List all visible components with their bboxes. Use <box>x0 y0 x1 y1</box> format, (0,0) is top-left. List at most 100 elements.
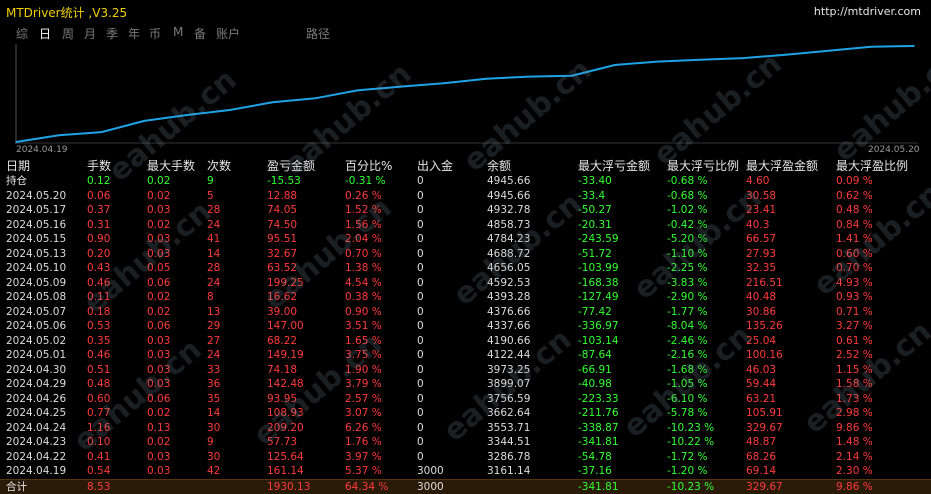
position-row[interactable]: 持仓0.120.029-15.53-0.31 %04945.66-33.40-0… <box>0 174 931 189</box>
column-header[interactable]: 最大浮亏金额 <box>578 158 650 174</box>
cell-max_float_profit_pct: 2.30 % <box>836 464 873 479</box>
cell-date: 2024.05.17 <box>6 203 66 218</box>
table-row[interactable]: 2024.05.130.200.031432.670.70 %04688.72-… <box>0 247 931 262</box>
table-row[interactable]: 2024.05.160.310.022474.501.56 %04858.73-… <box>0 218 931 233</box>
table-row[interactable]: 2024.05.010.460.0324149.193.75 %04122.44… <box>0 348 931 363</box>
cell-pl: 199.25 <box>267 276 304 291</box>
tab-10[interactable]: 路径 <box>306 25 330 42</box>
cell-inout: 0 <box>417 290 424 305</box>
column-header[interactable]: 百分比% <box>345 158 392 174</box>
cell-max_float_loss: -211.76 <box>578 406 619 421</box>
cell-pl: 147.00 <box>267 319 304 334</box>
cell-inout: 0 <box>417 276 424 291</box>
column-header[interactable]: 次数 <box>207 158 231 174</box>
cell-max_float_profit: 66.57 <box>746 232 776 247</box>
cell-pct: 2.04 % <box>345 232 382 247</box>
cell-max_float_profit_pct: 0.09 % <box>836 174 873 189</box>
cell-max_float_loss_pct: -10.23 % <box>667 421 714 436</box>
column-header[interactable]: 最大浮盈金额 <box>746 158 818 174</box>
cell-pct: 3.79 % <box>345 377 382 392</box>
tab-2[interactable]: 周 <box>62 25 74 42</box>
cell-pl: 142.48 <box>267 377 304 392</box>
table-row[interactable]: 2024.05.080.110.02816.620.38 %04393.28-1… <box>0 290 931 305</box>
column-header[interactable]: 最大浮盈比例 <box>836 158 908 174</box>
equity-point <box>272 102 274 104</box>
cell-max_lots: 0.02 <box>147 218 170 233</box>
cell-pct: 1.65 % <box>345 334 382 349</box>
cell-pl: 74.50 <box>267 218 297 233</box>
table-row[interactable]: 2024.05.170.370.032874.051.52 %04932.78-… <box>0 203 931 218</box>
equity-chart <box>12 44 918 144</box>
column-header[interactable]: 手数 <box>87 158 111 174</box>
cell-max_float_loss_pct: -0.68 % <box>667 189 707 204</box>
cell-count: 9 <box>207 435 214 450</box>
tab-9[interactable]: 账户 <box>216 25 240 42</box>
cell-max_float_loss_pct: -10.23 % <box>667 480 714 494</box>
cell-lots: 0.35 <box>87 334 110 349</box>
cell-max_float_loss_pct: -1.72 % <box>667 450 707 465</box>
cell-pct: 3.75 % <box>345 348 382 363</box>
table-row[interactable]: 2024.04.250.770.0214108.933.07 %03662.64… <box>0 406 931 421</box>
tab-5[interactable]: 年 <box>128 25 140 42</box>
table-row[interactable]: 2024.05.100.430.052863.521.38 %04656.05-… <box>0 261 931 276</box>
tab-1[interactable]: 日 <box>39 25 51 42</box>
cell-lots: 0.31 <box>87 218 110 233</box>
cell-inout: 0 <box>417 450 424 465</box>
table-row[interactable]: 2024.05.070.180.021339.000.90 %04376.66-… <box>0 305 931 320</box>
cell-inout: 0 <box>417 406 424 421</box>
tab-0[interactable]: 综 <box>16 25 28 42</box>
cell-max_float_loss_pct: -5.20 % <box>667 232 707 247</box>
cell-pl: 32.67 <box>267 247 297 262</box>
tab-8[interactable]: 备 <box>194 25 206 42</box>
table-row[interactable]: 2024.05.020.350.032768.221.65 %04190.66-… <box>0 334 931 349</box>
cell-pl: 93.95 <box>267 392 297 407</box>
cell-inout: 0 <box>417 232 424 247</box>
cell-max_float_loss: -33.40 <box>578 174 612 189</box>
table-row[interactable]: 2024.05.060.530.0629147.003.51 %04337.66… <box>0 319 931 334</box>
equity-point <box>614 64 616 66</box>
cell-max_float_profit: 63.21 <box>746 392 776 407</box>
table-row[interactable]: 2024.05.090.460.0624199.254.54 %04592.53… <box>0 276 931 291</box>
cell-inout: 0 <box>417 421 424 436</box>
column-header[interactable]: 日期 <box>6 158 30 174</box>
chart-start-date: 2024.04.19 <box>16 145 68 155</box>
cell-balance: 4337.66 <box>487 319 530 334</box>
cell-max_float_profit: 25.04 <box>746 334 776 349</box>
cell-count: 30 <box>207 421 220 436</box>
column-header[interactable]: 出入金 <box>417 158 453 174</box>
tab-6[interactable]: 币 <box>149 25 161 42</box>
tab-4[interactable]: 季 <box>106 25 118 42</box>
equity-point <box>101 131 103 133</box>
cell-lots: 0.46 <box>87 276 110 291</box>
cell-pl: 12.88 <box>267 189 297 204</box>
table-row[interactable]: 2024.04.241.160.1330209.206.26 %03553.71… <box>0 421 931 436</box>
website-url[interactable]: http://mtdriver.com <box>814 5 921 18</box>
column-header[interactable]: 盈亏金额 <box>267 158 315 174</box>
cell-balance: 4858.73 <box>487 218 530 233</box>
column-header[interactable]: 最大浮亏比例 <box>667 158 739 174</box>
column-header[interactable]: 最大手数 <box>147 158 195 174</box>
cell-pct: 0.70 % <box>345 247 382 262</box>
table-row[interactable]: 2024.04.290.480.0336142.483.79 %03899.07… <box>0 377 931 392</box>
cell-max_lots: 0.03 <box>147 464 170 479</box>
table-row[interactable]: 2024.04.230.100.02957.731.76 %03344.51-3… <box>0 435 931 450</box>
table-row[interactable]: 2024.04.300.510.033374.181.90 %03973.25-… <box>0 363 931 378</box>
table-row[interactable]: 2024.05.200.060.02512.880.26 %04945.66-3… <box>0 189 931 204</box>
total-row[interactable]: 合计8.531930.1364.34 %3000-341.81-10.23 %3… <box>0 479 931 494</box>
cell-pct: 1.52 % <box>345 203 382 218</box>
table-row[interactable]: 2024.04.190.540.0342161.145.37 %30003161… <box>0 464 931 479</box>
cell-balance: 4592.53 <box>487 276 530 291</box>
cell-max_float_profit_pct: 2.52 % <box>836 348 873 363</box>
cell-lots: 0.37 <box>87 203 110 218</box>
cell-count: 42 <box>207 464 220 479</box>
cell-max_float_profit_pct: 0.61 % <box>836 334 873 349</box>
table-row[interactable]: 2024.04.220.410.0330125.643.97 %03286.78… <box>0 450 931 465</box>
column-header[interactable]: 余额 <box>487 158 511 174</box>
table-row[interactable]: 2024.04.260.600.063593.952.57 %03756.59-… <box>0 392 931 407</box>
cell-max_float_loss_pct: -6.10 % <box>667 392 707 407</box>
cell-max_float_profit_pct: 1.48 % <box>836 435 873 450</box>
cell-max_float_profit: 68.26 <box>746 450 776 465</box>
tab-3[interactable]: 月 <box>84 25 96 42</box>
table-row[interactable]: 2024.05.150.900.034195.512.04 %04784.23-… <box>0 232 931 247</box>
tab-7[interactable]: M <box>173 25 183 39</box>
